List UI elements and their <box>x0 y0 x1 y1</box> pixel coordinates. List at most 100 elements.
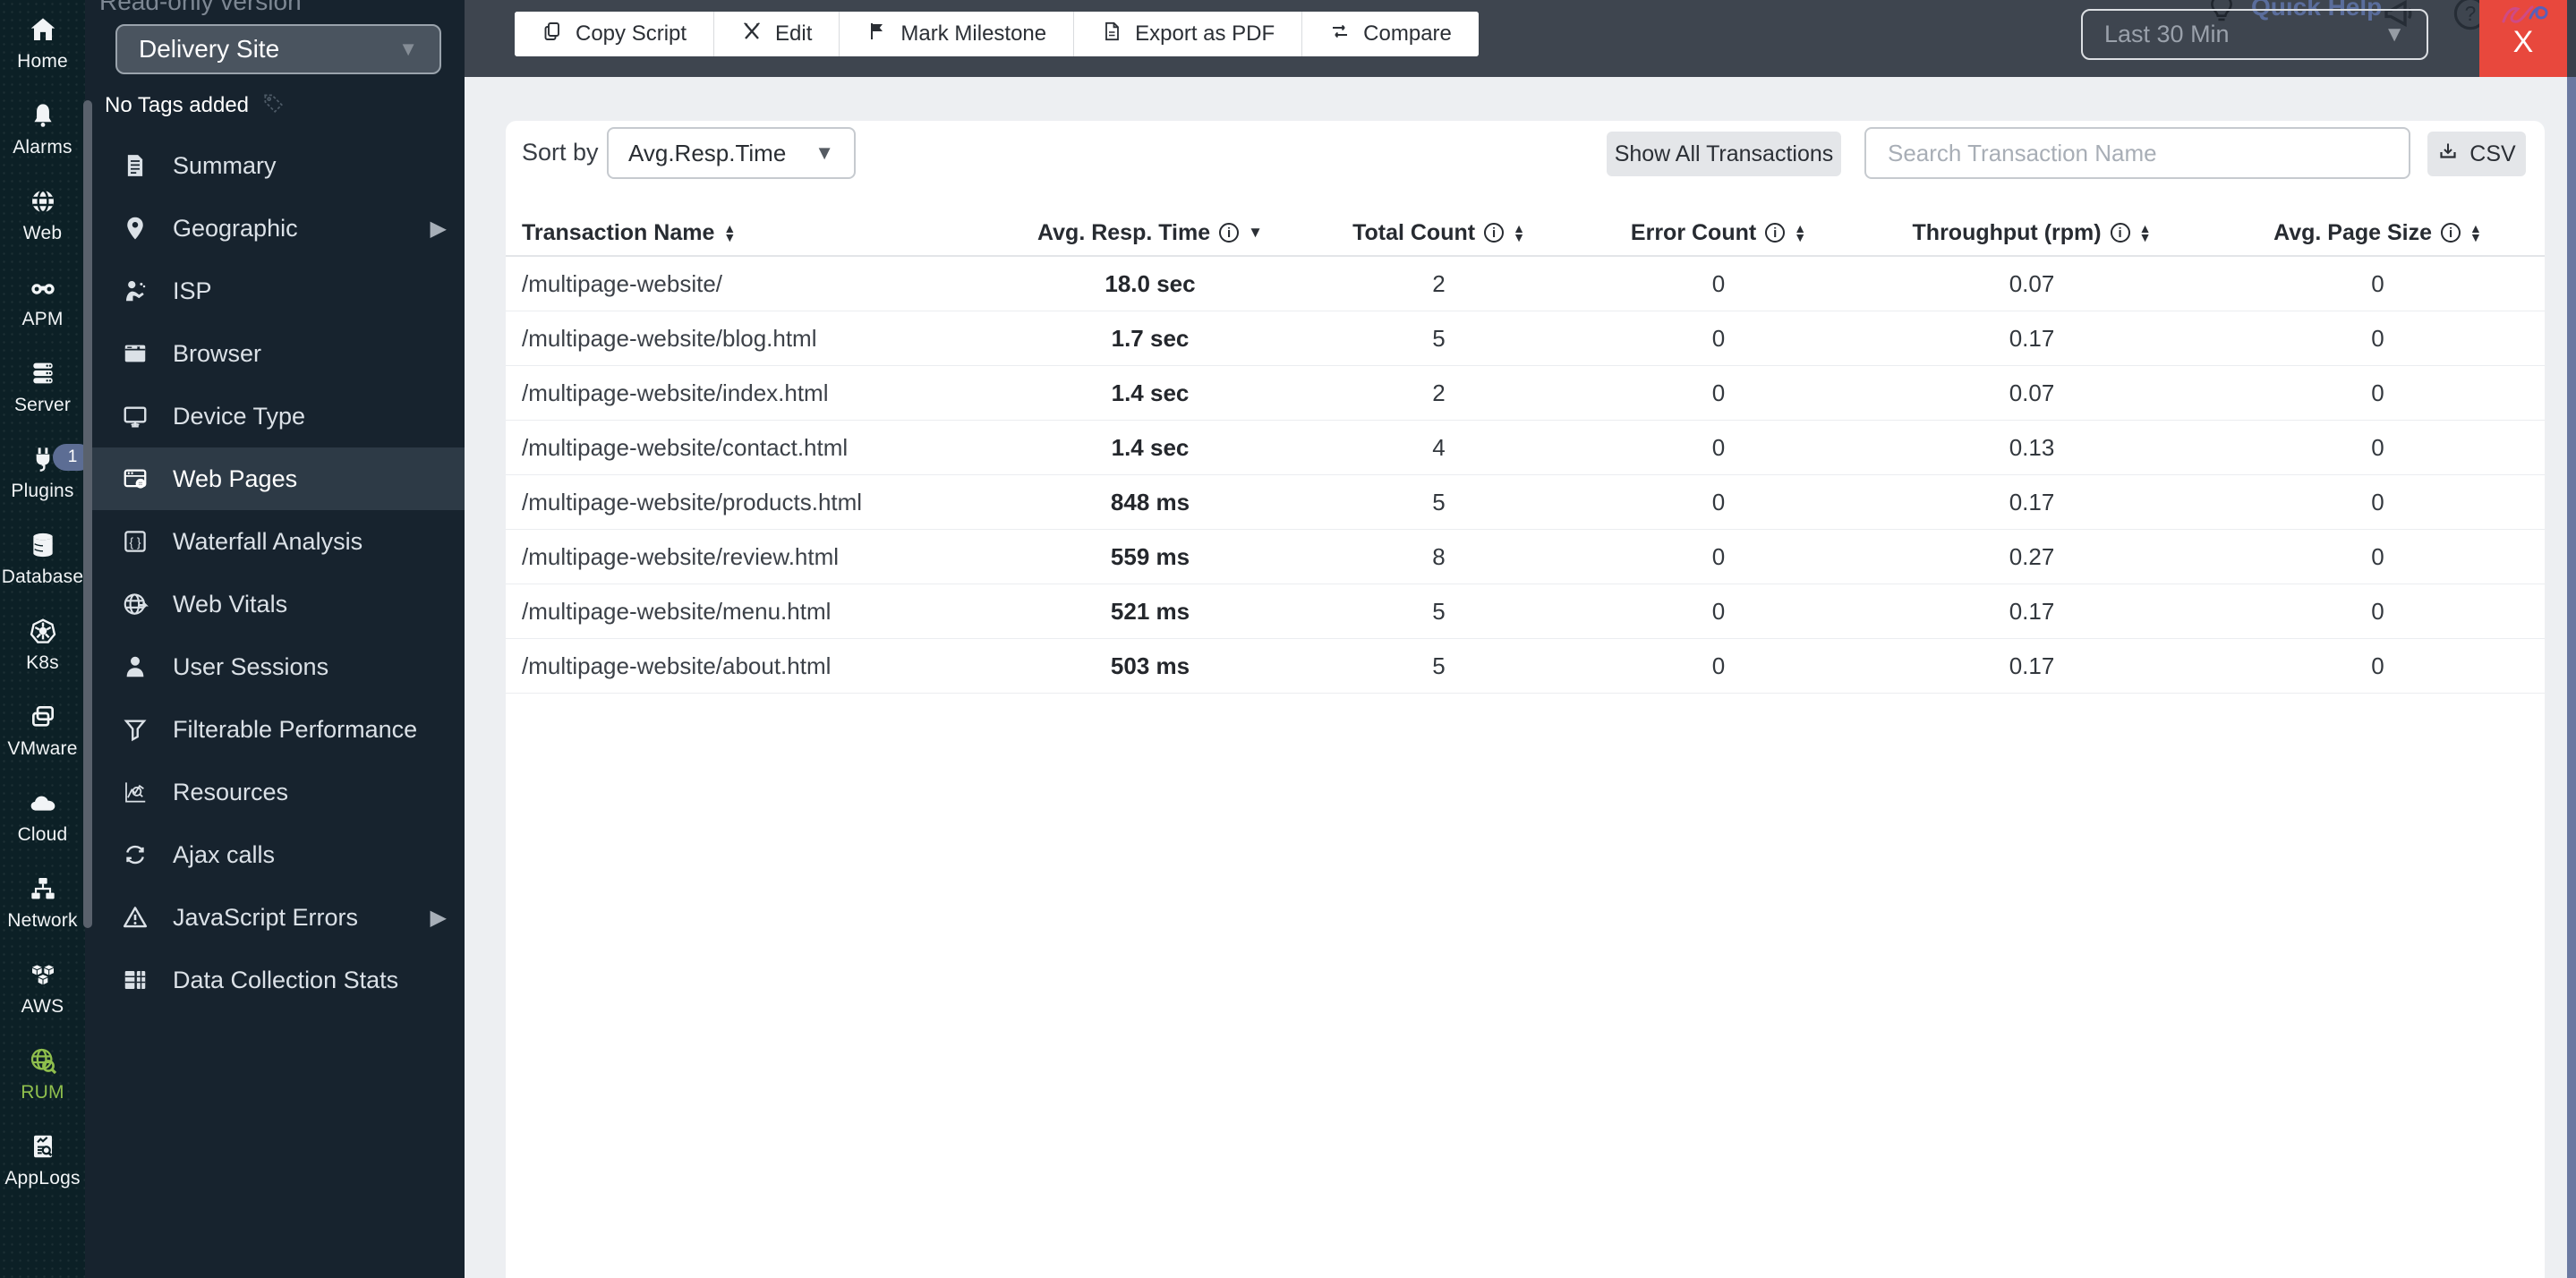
brand-squiggle-icon <box>2495 2 2552 25</box>
toolbar-button[interactable]: Edit <box>714 12 840 56</box>
search-transaction-input[interactable] <box>1864 127 2410 179</box>
nav-rail-item[interactable]: Web <box>0 172 85 258</box>
transaction-name-cell[interactable]: /multipage-website/review.html <box>506 543 1007 571</box>
rail-scrollbar[interactable] <box>83 100 92 928</box>
toolbar-button[interactable]: Compare <box>1302 12 1479 56</box>
info-icon[interactable]: i <box>1219 223 1239 243</box>
transaction-name-cell[interactable]: /multipage-website/ <box>506 270 1007 298</box>
table-row[interactable]: /multipage-website/blog.html 1.7 sec 5 0… <box>506 311 2545 366</box>
table-row[interactable]: /multipage-website/index.html 1.4 sec 2 … <box>506 366 2545 421</box>
sidebar-menu-item[interactable]: Ajax calls <box>85 823 465 886</box>
nav-rail-item-label: APM <box>21 309 63 330</box>
sidebar-menu-item[interactable]: Resources <box>85 761 465 823</box>
sidebar-menu-item[interactable]: Web Pages <box>85 447 465 510</box>
nav-rail-item-label: Server <box>14 395 71 416</box>
table-column-header[interactable]: Avg. Page Size i ▲▼ <box>2211 220 2545 246</box>
toolbar-button-label: Mark Milestone <box>900 21 1046 47</box>
csv-export-button[interactable]: CSV <box>2427 132 2526 176</box>
sidebar-menu-item-label: Filterable Performance <box>173 716 447 744</box>
device-icon <box>121 402 149 430</box>
ajax-icon <box>121 840 149 869</box>
sidebar-menu-item[interactable]: Summary <box>85 134 465 197</box>
toolbar-button[interactable]: Mark Milestone <box>840 12 1074 56</box>
chevron-down-icon: ▼ <box>815 143 834 163</box>
table-row[interactable]: /multipage-website/contact.html 1.4 sec … <box>506 421 2545 475</box>
monitor-select-dropdown[interactable]: Delivery Site ▼ <box>115 24 441 74</box>
info-icon[interactable]: i <box>2111 223 2130 243</box>
nav-rail-item[interactable]: RUM <box>0 1031 85 1117</box>
nav-rail-item[interactable]: Database <box>0 515 85 601</box>
sidebar-menu-item-label: Waterfall Analysis <box>173 528 447 556</box>
table-column-header[interactable]: Error Count i ▲▼ <box>1584 220 1853 246</box>
transaction-name-cell[interactable]: /multipage-website/index.html <box>506 379 1007 407</box>
table-row[interactable]: /multipage-website/ 18.0 sec 2 0 0.07 0 <box>506 257 2545 311</box>
sidebar-menu-item[interactable]: Data Collection Stats <box>85 949 465 1011</box>
info-icon[interactable]: i <box>1484 223 1504 243</box>
table-row[interactable]: /multipage-website/products.html 848 ms … <box>506 475 2545 530</box>
nav-rail-item[interactable]: K8s <box>0 601 85 687</box>
avg-page-size-cell: 0 <box>2211 434 2545 462</box>
rum-icon <box>28 1045 58 1076</box>
transaction-name-cell[interactable]: /multipage-website/about.html <box>506 652 1007 680</box>
sidebar-menu-item[interactable]: ISP <box>85 260 465 322</box>
table-column-header[interactable]: Transaction Name ▲▼ <box>506 220 1007 246</box>
aws-icon <box>28 959 58 990</box>
sidebar-menu-item[interactable]: { } Waterfall Analysis <box>85 510 465 573</box>
transaction-name-cell[interactable]: /multipage-website/blog.html <box>506 325 1007 353</box>
total-count-cell: 2 <box>1293 270 1584 298</box>
table-row[interactable]: /multipage-website/review.html 559 ms 8 … <box>506 530 2545 584</box>
nav-rail-item[interactable]: Alarms <box>0 86 85 172</box>
web-pages-card: Sort by : Avg.Resp.Time ▼ Show All Trans… <box>506 121 2545 1278</box>
nav-rail-item[interactable]: APM <box>0 258 85 344</box>
show-all-transactions-button[interactable]: Show All Transactions <box>1607 132 1841 176</box>
sidebar-menu-item[interactable]: Geographic ▶ <box>85 197 465 260</box>
nav-rail-item[interactable]: AppLogs <box>0 1117 85 1203</box>
info-icon[interactable]: i <box>2441 223 2461 243</box>
nav-rail-item[interactable]: 1 Plugins <box>0 430 85 515</box>
isp-icon <box>121 277 149 305</box>
table-column-header[interactable]: Avg. Resp. Time i ▼ <box>1007 220 1293 246</box>
page-scrollbar[interactable] <box>2567 0 2576 1278</box>
nav-rail-item[interactable]: Home <box>0 0 85 86</box>
sidebar-menu-item[interactable]: JavaScript Errors ▶ <box>85 886 465 949</box>
table-row[interactable]: /multipage-website/about.html 503 ms 5 0… <box>506 639 2545 694</box>
nav-rail-item-label: Web <box>23 223 62 244</box>
toolbar-button-label: Export as PDF <box>1135 21 1275 47</box>
transaction-name-cell[interactable]: /multipage-website/menu.html <box>506 598 1007 626</box>
transaction-name-cell[interactable]: /multipage-website/products.html <box>506 489 1007 516</box>
nav-rail-item[interactable]: AWS <box>0 945 85 1031</box>
sidebar-menu-item[interactable]: Browser <box>85 322 465 385</box>
nav-rail-item[interactable]: VMware <box>0 687 85 773</box>
nav-rail-item[interactable]: Network <box>0 859 85 945</box>
summary-icon <box>121 151 149 180</box>
table-column-header[interactable]: Throughput (rpm) i ▲▼ <box>1853 220 2211 246</box>
toolbar-button-label: Copy Script <box>576 21 687 47</box>
avg-resp-time-cell: 18.0 sec <box>1007 270 1293 298</box>
info-icon[interactable]: i <box>1765 223 1785 243</box>
sidebar-menu-item[interactable]: Web Vitals <box>85 573 465 635</box>
sort-by-dropdown[interactable]: Avg.Resp.Time ▼ <box>607 127 856 179</box>
error-count-cell: 0 <box>1584 543 1853 571</box>
cloud-icon <box>28 788 58 818</box>
svg-text:{ }: { } <box>129 536 141 550</box>
svg-text:?: ? <box>2465 2 2477 25</box>
nav-rail-item[interactable]: Server <box>0 344 85 430</box>
table-row[interactable]: /multipage-website/menu.html 521 ms 5 0 … <box>506 584 2545 639</box>
table-column-header[interactable]: Total Count i ▲▼ <box>1293 220 1584 246</box>
transaction-name-cell[interactable]: /multipage-website/contact.html <box>506 434 1007 462</box>
sidebar-menu-item[interactable]: Filterable Performance <box>85 698 465 761</box>
sidebar-menu-item[interactable]: User Sessions <box>85 635 465 698</box>
toolbar-button[interactable]: Copy Script <box>515 12 714 56</box>
close-button[interactable]: X <box>2479 0 2567 77</box>
sidebar-menu-item[interactable]: Device Type <box>85 385 465 447</box>
tags-row[interactable]: No Tags added <box>105 91 285 119</box>
waterfall-icon: { } <box>121 527 149 556</box>
sort-desc-icon: ▼ <box>1248 224 1263 242</box>
no-tags-label: No Tags added <box>105 93 249 118</box>
toolbar-button[interactable]: Export as PDF <box>1074 12 1302 56</box>
time-range-dropdown[interactable]: Last 30 Min ▼ <box>2081 9 2428 60</box>
total-count-cell: 5 <box>1293 652 1584 680</box>
total-count-cell: 2 <box>1293 379 1584 407</box>
nav-rail-item[interactable]: Cloud <box>0 773 85 859</box>
tag-icon <box>261 91 285 119</box>
